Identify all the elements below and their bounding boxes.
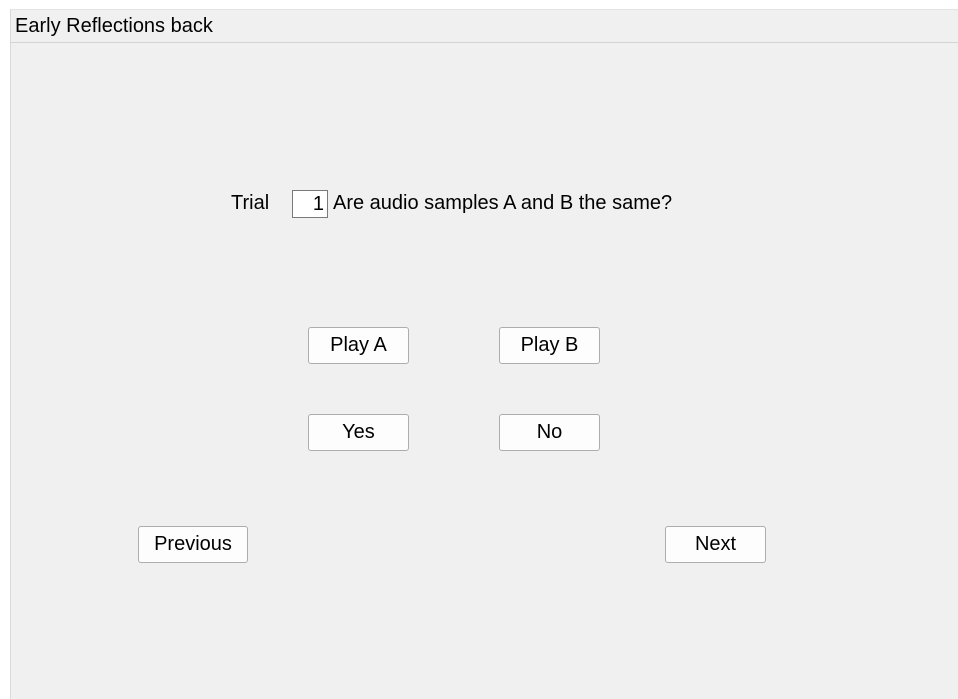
play-a-button[interactable]: Play A — [308, 327, 409, 364]
previous-button[interactable]: Previous — [138, 526, 248, 563]
window-title: Early Reflections back — [15, 15, 213, 37]
next-button[interactable]: Next — [665, 526, 766, 563]
app-window: Early Reflections back Trial Are audio s… — [10, 9, 958, 699]
yes-button[interactable]: Yes — [308, 414, 409, 451]
trial-number-field[interactable] — [292, 190, 328, 218]
play-b-button[interactable]: Play B — [499, 327, 600, 364]
no-button[interactable]: No — [499, 414, 600, 451]
title-bar[interactable]: Early Reflections back — [11, 10, 958, 43]
question-text: Are audio samples A and B the same? — [333, 192, 673, 214]
trial-label: Trial — [231, 192, 270, 214]
